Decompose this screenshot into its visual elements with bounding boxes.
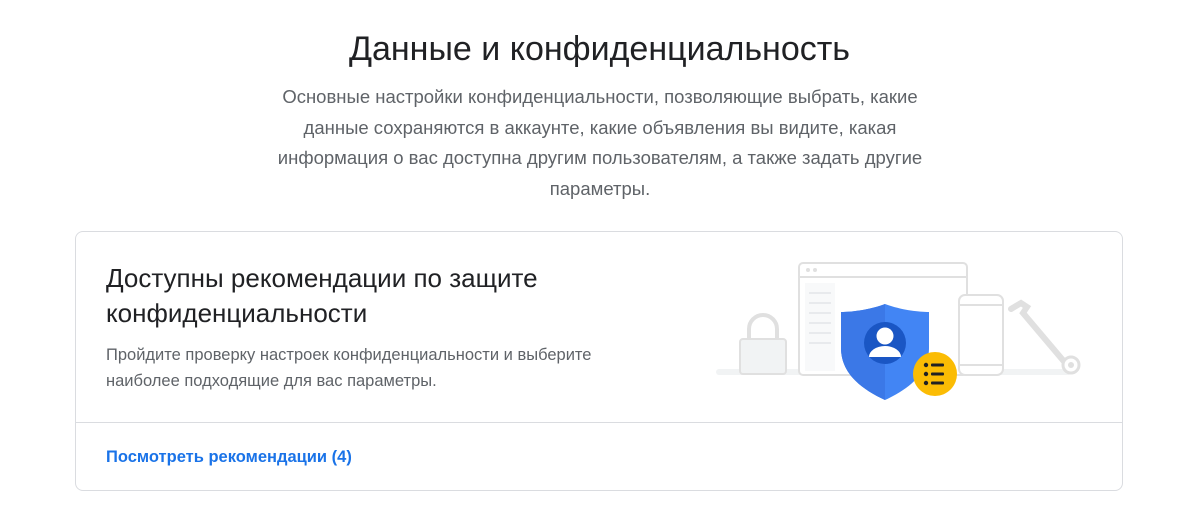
list-badge-icon [913,352,957,396]
subtitle-line: данные сохраняются в аккаунте, какие объ… [303,116,897,138]
card-title: Доступны рекомендации по защите конфиден… [106,261,666,331]
card-divider [76,422,1122,423]
privacy-checkup-illustration [711,257,1091,417]
card-title-line: конфиденциальности [106,298,368,328]
shield-person-icon [841,304,929,400]
card-description-line: наиболее подходящие для вас параметры. [106,372,437,390]
subtitle-line: Основные настройки конфиденциальности, п… [282,86,918,107]
card-description-line: Пройдите проверку настроек конфиденциаль… [106,346,592,364]
phone-icon [958,294,1004,376]
page-title: Данные и конфиденциальность [348,30,851,68]
card-description: Пройдите проверку настроек конфиденциаль… [106,342,706,394]
lock-icon [739,313,787,375]
wrench-icon [1008,299,1081,375]
subtitle-line: параметры. [549,177,651,199]
subtitle-line: информация о вас доступна другим пользов… [277,147,923,168]
privacy-recommendations-card: Доступны рекомендации по защите конфиден… [75,231,1123,491]
page-subtitle: Основные настройки конфиденциальности, п… [230,82,970,204]
card-title-line: Доступны рекомендации по защите [106,263,538,293]
view-recommendations-link[interactable]: Посмотреть рекомендации (4) [106,446,352,468]
